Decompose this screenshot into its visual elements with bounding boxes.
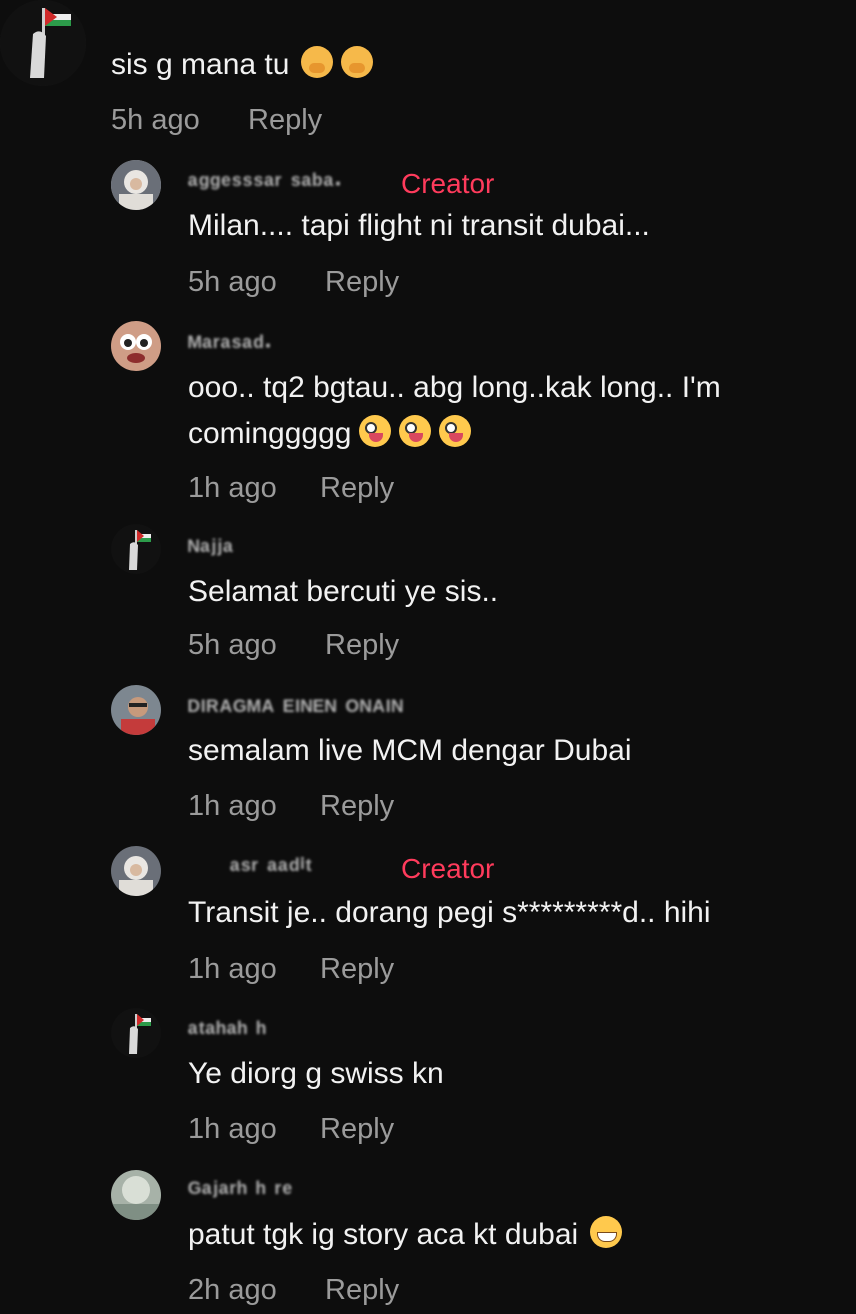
user-photo-icon — [111, 160, 161, 210]
user-photo-icon — [111, 1170, 161, 1220]
user-photo-icon — [111, 846, 161, 896]
timestamp: 1h ago — [188, 790, 277, 822]
comment-text: Ye diorg g swiss kn — [188, 1057, 444, 1090]
timestamp: 5h ago — [188, 629, 277, 661]
username[interactable]: ᴺᵃʲʲᵃ — [188, 534, 234, 565]
comment-text: sis g mana tu — [111, 42, 374, 88]
timestamp: 1h ago — [188, 472, 277, 504]
zany-face-icon — [439, 415, 472, 447]
avatar[interactable] — [111, 846, 161, 896]
creator-badge: Creator — [401, 853, 495, 884]
username[interactable]: ᵃᵗᵃʰᵃʰ ʰ — [188, 1016, 267, 1047]
face-with-hand-over-mouth-icon — [301, 46, 334, 78]
timestamp: 1h ago — [188, 953, 277, 985]
timestamp: 5h ago — [188, 266, 277, 298]
reply-button[interactable]: Reply — [320, 953, 394, 986]
reply-button[interactable]: Reply — [248, 104, 322, 137]
comment-text-continued: cominggggg — [188, 411, 472, 457]
comment-text: Milan.... tapi flight ni transit dubai..… — [188, 209, 650, 242]
timestamp: 5h ago — [111, 104, 200, 136]
avatar[interactable] — [111, 685, 161, 735]
reply-button[interactable]: Reply — [325, 266, 399, 299]
flag-statue-avatar-icon — [0, 0, 86, 86]
zany-face-icon — [399, 415, 432, 447]
flag-statue-avatar-icon — [111, 1008, 161, 1058]
username[interactable]: ᴳᵃʲᵃʳʰ ʰ ʳᵉ — [188, 1176, 293, 1207]
avatar[interactable] — [0, 0, 86, 86]
timestamp: 1h ago — [188, 1113, 277, 1145]
comment-text: ooo.. tq2 bgtau.. abg long..kak long.. I… — [188, 371, 721, 404]
flag-statue-avatar-icon — [111, 524, 161, 574]
comment-text: Transit je.. dorang pegi s*********d.. h… — [188, 896, 711, 929]
grinning-face-with-sweat-icon — [590, 1216, 623, 1248]
reply-button[interactable]: Reply — [325, 1274, 399, 1307]
comment-text: Selamat bercuti ye sis.. — [188, 575, 499, 608]
user-photo-icon — [111, 685, 161, 735]
user-photo-icon — [111, 321, 161, 371]
creator-badge: Creator — [401, 168, 495, 199]
reply-button[interactable]: Reply — [325, 629, 399, 662]
zany-face-icon — [359, 415, 392, 447]
comment-text: patut tgk ig story aca kt dubai — [188, 1212, 623, 1258]
reply-button[interactable]: Reply — [320, 790, 394, 823]
avatar[interactable] — [111, 321, 161, 371]
avatar[interactable] — [111, 1170, 161, 1220]
reply-button[interactable]: Reply — [320, 472, 394, 505]
avatar[interactable] — [111, 1008, 161, 1058]
username[interactable]: ᴰᴵᴿᴬᴳᴹᴬ ᴱᴵᴺᴱᴺ ᴼᴺᴬᴵᴺ — [188, 694, 404, 725]
reply-button[interactable]: Reply — [320, 1113, 394, 1146]
face-with-hand-over-mouth-icon — [341, 46, 374, 78]
avatar[interactable] — [111, 524, 161, 574]
username[interactable]: ᵃˢʳ ᵃᵃᵈⁱᵗ — [230, 853, 312, 884]
comment-text: semalam live MCM dengar Dubai — [188, 734, 632, 767]
username[interactable]: ᵃᵍᵍᵉˢˢˢᵃʳ ˢᵃᵇᵃ· — [188, 168, 344, 199]
avatar[interactable] — [111, 160, 161, 210]
comment-thread: sis g mana tu 5h ago Reply ᵃᵍᵍᵉˢˢˢᵃʳ ˢᵃᵇ… — [0, 0, 856, 1314]
timestamp: 2h ago — [188, 1274, 277, 1306]
username[interactable]: ᴹᵃʳᵃˢᵃᵈ· — [188, 330, 274, 361]
